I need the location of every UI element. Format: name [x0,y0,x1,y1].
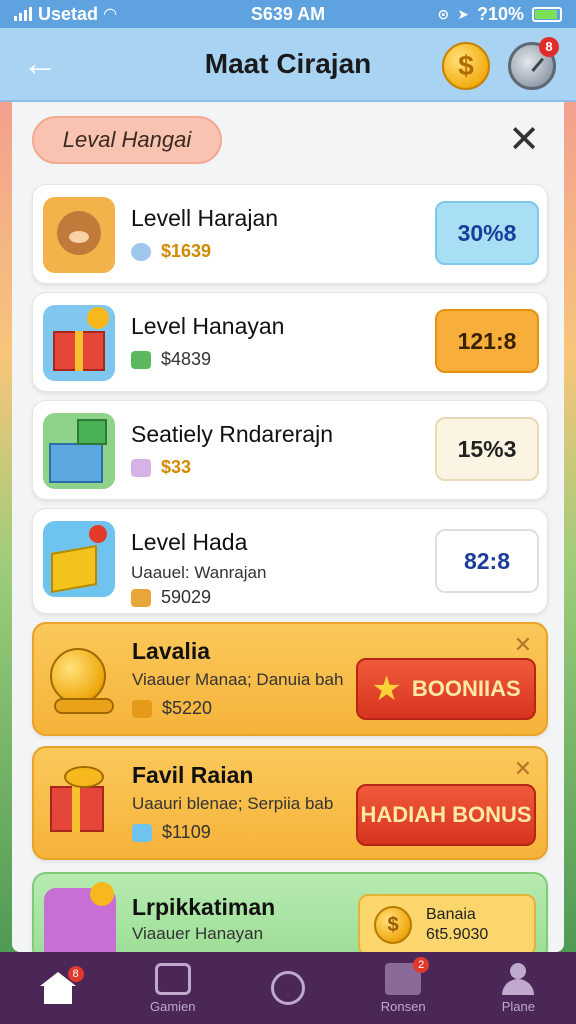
nav-item-rewards[interactable]: 2 Ronsen [353,952,453,1024]
rotation-lock-icon: ⊙ [437,5,450,22]
dismiss-icon[interactable]: ✕ [514,632,532,658]
value-button[interactable]: 121:8 [435,309,539,373]
coin-button[interactable]: $ [442,42,490,90]
gift-coins-icon [44,764,116,840]
bonus-card[interactable]: ✕ Lavalia Viaauer Manaa; Danuia bah $522… [32,622,548,736]
reward-button-label: Banaia [426,906,476,923]
nav-item-games[interactable]: Gamien [123,952,223,1024]
back-arrow-icon[interactable]: ← [22,45,62,82]
coin-pile-icon [44,642,116,718]
card-title: Lrpikkatiman [132,894,276,920]
card-subtitle: Viaauer Manaa; Danuia bah [132,670,344,689]
bonus-button-label: HADIAH BONUS [360,802,532,827]
clock: S639 AM [250,3,326,24]
bonus-button[interactable]: ★ BOONIIAS [356,658,536,720]
list-item[interactable]: Level Hada Uaauel: Wanrajan 59029 82:8 [32,508,548,614]
bonus-card[interactable]: ✕ Favil Raian Uaauri blenae; Serpiia bab… [32,746,548,860]
card-subtitle: Viaauer Hanayan [132,924,264,943]
dismiss-icon[interactable]: ✕ [514,756,532,782]
gem-icon [131,242,151,261]
dollar-coin-icon: $ [458,50,474,81]
card-title: Level Hanayan [131,313,285,339]
card-price: $4839 [161,349,212,369]
battery-icon [532,6,562,22]
bonus-button[interactable]: HADIAH BONUS [356,784,536,846]
nav-item-clock[interactable] [238,952,338,1024]
bear-icon [43,197,115,273]
level-panel: Leval Hangai ✕ Levell Harajan $1639 30%8… [12,102,564,964]
nav-label: Gamien [150,998,196,1014]
list-item[interactable]: Seatiely Rndarerajn $33 15%3 [32,400,548,500]
notification-badge: 8 [67,966,84,982]
star-icon: ★ [371,670,402,708]
value-button[interactable]: 30%8 [435,201,539,265]
wifi-icon: ◠ [104,6,117,23]
stopwatch-icon [531,57,544,72]
card-subtitle: Uaauel: Wanrajan [131,563,267,582]
signal-icon [14,7,32,21]
close-icon[interactable]: ✕ [508,120,540,160]
card-price: $5220 [162,698,213,718]
level-pill[interactable]: Leval Hangai [32,116,222,164]
carrier-label: Usetad [38,3,99,24]
coin-stack-icon [131,588,151,607]
nav-label: Ronsen [380,998,426,1014]
coin-stack-icon [132,699,152,718]
card-title: Level Hada [131,529,248,555]
status-bar: Usetad ◠ S639 AM ⊙ ➤ ?10% [0,0,576,28]
list-item[interactable]: Level Hanayan $4839 121:8 [32,292,548,392]
location-icon: ➤ [457,5,469,22]
battery-percent: ?10% [476,3,524,24]
game-box-icon [154,962,191,995]
nav-item-home[interactable]: 8 [8,952,108,1024]
card-price: $1639 [161,241,212,261]
card-price: 59029 [161,587,212,607]
reward-button[interactable]: $ Banaia 6t5.9030 [358,894,536,956]
list-item[interactable]: Levell Harajan $1639 30%8 [32,184,548,284]
notification-badge: 2 [413,956,430,973]
notification-badge: 8 [539,37,559,57]
dollar-coin-icon: $ [374,906,412,944]
value-button[interactable]: 15%3 [435,417,539,481]
timer-button[interactable]: 8 [508,37,559,90]
card-title: Lavalia [132,638,210,664]
card-subtitle: Uaauri blenae; Serpiia bab [132,794,334,813]
chest-icon [43,413,115,489]
card-title: Levell Harajan [131,205,279,231]
clock-icon [270,971,305,1005]
card-title: Favil Raian [132,762,254,788]
person-icon [500,962,536,995]
reward-button-value: 6t5.9030 [426,926,489,943]
bottom-nav: 8 Gamien 2 Ronsen Plane [0,952,576,1024]
gem-icon [132,823,152,842]
gem-icon [131,458,151,477]
card-price: $1109 [162,822,211,842]
card-title: Seatiely Rndarerajn [131,421,334,447]
nav-label: Plane [501,998,535,1014]
gift-box-icon [43,305,115,381]
home-icon: 8 [39,966,84,1004]
bonus-card[interactable]: Lrpikkatiman Viaauer Hanayan $ Banaia 6t… [32,872,548,964]
value-button[interactable]: 82:8 [435,529,539,593]
card-price: $33 [161,457,192,477]
app-header: ← Maat Cirajan $ 8 [0,28,576,102]
bonus-button-label: BOONIIAS [411,676,521,701]
nav-item-profile[interactable]: Plane [468,952,568,1024]
lever-box-icon [43,521,115,597]
bag-icon: 2 [385,956,430,995]
gem-icon [131,350,151,369]
